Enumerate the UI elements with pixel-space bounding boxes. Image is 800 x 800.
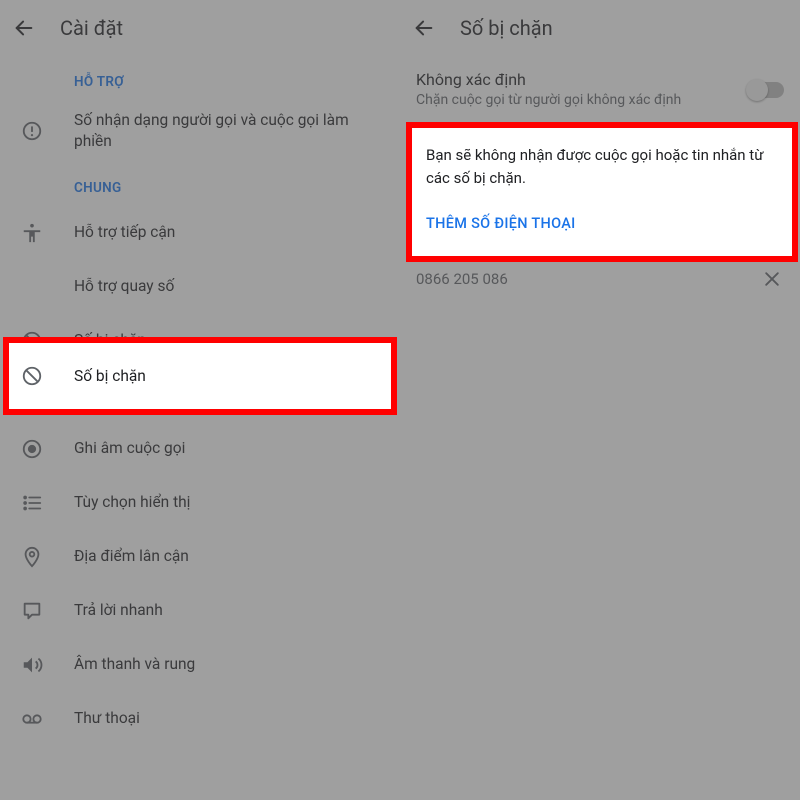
highlight-info-card: Bạn sẽ không nhận được cuộc gọi hoặc tin… xyxy=(412,128,792,256)
highlight-blocked-row[interactable]: Số bị chặn xyxy=(9,343,391,409)
unknown-subtitle: Chặn cuộc gọi từ người gọi không xác địn… xyxy=(416,91,736,109)
voicemail-icon xyxy=(20,707,44,731)
highlight-blocked-label: Số bị chặn xyxy=(74,366,375,387)
row-display-options[interactable]: Tùy chọn hiển thị xyxy=(0,476,400,530)
row-nearby-places-label: Địa điểm lân cận xyxy=(74,546,384,567)
list-icon xyxy=(20,491,44,515)
blocked-number-value: 0866 205 086 xyxy=(416,270,760,288)
row-caller-id[interactable]: Số nhận dạng người gọi và cuộc gọi làm p… xyxy=(0,100,400,162)
back-arrow-icon[interactable] xyxy=(12,16,36,40)
row-sound-vibration[interactable]: Âm thanh và rung xyxy=(0,638,400,692)
row-call-recording-label: Ghi âm cuộc gọi xyxy=(74,438,384,459)
chat-icon xyxy=(20,599,44,623)
highlight-info-text: Bạn sẽ không nhận được cuộc gọi hoặc tin… xyxy=(426,144,778,191)
record-icon xyxy=(20,437,44,461)
blocked-numbers-screen: Số bị chặn Không xác định Chặn cuộc gọi … xyxy=(400,0,800,800)
row-sound-vibration-label: Âm thanh và rung xyxy=(74,654,384,675)
highlight-add-number-button[interactable]: THÊM SỐ ĐIỆN THOẠI xyxy=(426,215,778,232)
row-dial-assist[interactable]: Hỗ trợ quay số xyxy=(0,260,400,314)
row-dial-assist-label: Hỗ trợ quay số xyxy=(74,276,384,297)
blocked-number-row: 0866 205 086 xyxy=(400,249,800,309)
page-title: Cài đặt xyxy=(60,16,123,40)
header: Cài đặt xyxy=(0,0,400,56)
location-icon xyxy=(20,545,44,569)
row-call-recording[interactable]: Ghi âm cuộc gọi xyxy=(0,422,400,476)
info-icon xyxy=(20,119,44,143)
accessibility-icon xyxy=(20,221,44,245)
row-display-options-label: Tùy chọn hiển thị xyxy=(74,492,384,513)
remove-number-icon[interactable] xyxy=(760,267,784,291)
row-accessibility[interactable]: Hỗ trợ tiếp cận xyxy=(0,206,400,260)
row-quick-reply[interactable]: Trả lời nhanh xyxy=(0,584,400,638)
blocked-icon xyxy=(20,364,44,388)
unknown-callers-row: Không xác định Chặn cuộc gọi từ người gọ… xyxy=(400,56,800,123)
section-general-label: CHUNG xyxy=(0,162,400,206)
unknown-title: Không xác định xyxy=(416,70,736,89)
row-voicemail[interactable]: Thư thoại xyxy=(0,692,400,746)
row-nearby-places[interactable]: Địa điểm lân cận xyxy=(0,530,400,584)
row-quick-reply-label: Trả lời nhanh xyxy=(74,600,384,621)
volume-icon xyxy=(20,653,44,677)
header: Số bị chặn xyxy=(400,0,800,56)
section-support-label: HỖ TRỢ xyxy=(0,56,400,100)
back-arrow-icon[interactable] xyxy=(412,16,436,40)
row-accessibility-label: Hỗ trợ tiếp cận xyxy=(74,222,384,243)
row-caller-id-label: Số nhận dạng người gọi và cuộc gọi làm p… xyxy=(74,110,384,152)
unknown-toggle[interactable] xyxy=(748,82,784,98)
row-voicemail-label: Thư thoại xyxy=(74,708,384,729)
page-title: Số bị chặn xyxy=(460,16,553,40)
